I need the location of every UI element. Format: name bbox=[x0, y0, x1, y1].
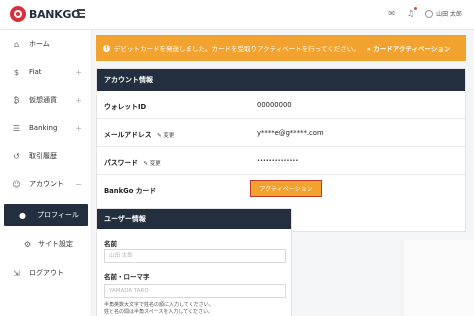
wallet-id-row: ウォレットID 00000000 bbox=[97, 91, 465, 119]
sidebar-item-crypto[interactable]: ₿ 仮想通貨 + bbox=[0, 86, 92, 114]
user-icon bbox=[425, 9, 434, 18]
edit-email-text: 変更 bbox=[163, 133, 175, 139]
home-icon: ⌂ bbox=[13, 39, 20, 49]
sidebar-item-label: Banking bbox=[29, 124, 58, 132]
dollar-icon: $ bbox=[13, 67, 20, 77]
header-actions: ✉ ♫ 山田 太郎 bbox=[387, 7, 462, 18]
main-content: ! デビットカードを発送しました。カードを受取りアクティベートを行ってください。… bbox=[92, 30, 474, 316]
activation-banner: ! デビットカードを発送しました。カードを受取りアクティベートを行ってください。… bbox=[96, 35, 466, 61]
mail-icon[interactable]: ✉ bbox=[387, 9, 396, 18]
user-info-title: ユーザー情報 bbox=[97, 209, 291, 229]
email-value: y****e@g*****.com bbox=[257, 129, 324, 137]
edit-password-text: 変更 bbox=[149, 161, 161, 167]
edit-password-link[interactable]: ✎ 変更 bbox=[143, 161, 160, 167]
expand-icon[interactable]: + bbox=[75, 68, 82, 77]
name-label: 名前 bbox=[104, 240, 117, 248]
edit-email-link[interactable]: ✎ 変更 bbox=[157, 133, 174, 139]
user-info-card: ユーザー情報 名前 名前・ローマ字 半角英数大文字で姓名の順に入力してください。… bbox=[96, 208, 292, 316]
sidebar-item-label: 仮想通貨 bbox=[29, 96, 57, 104]
password-label: パスワード ✎ 変更 bbox=[104, 157, 161, 167]
sidebar-item-label: ホーム bbox=[29, 40, 50, 48]
name-input[interactable] bbox=[104, 249, 286, 263]
wallet-id-label: ウォレットID bbox=[104, 103, 147, 111]
password-value: •••••••••••••• bbox=[257, 158, 299, 164]
info-icon: ! bbox=[103, 44, 110, 52]
sidebar-item-label: 取引履歴 bbox=[29, 152, 57, 160]
roma-name-label: 名前・ローマ字 bbox=[104, 273, 150, 281]
card-activation-link[interactable]: » カードアクティベーション bbox=[367, 43, 451, 53]
email-label: メールアドレス ✎ 変更 bbox=[104, 129, 174, 139]
account-info-title: アカウント情報 bbox=[97, 69, 465, 91]
history-icon: ↺ bbox=[13, 151, 20, 161]
sidebar-item-label: サイト設定 bbox=[38, 240, 73, 248]
sidebar-item-fiat[interactable]: $ Fiat + bbox=[0, 58, 92, 86]
sidebar-item-label: アカウント bbox=[29, 180, 64, 188]
sidebar-item-profile[interactable]: ● プロフィール bbox=[4, 204, 88, 226]
sidebar-item-logout[interactable]: ⇲ ログアウト bbox=[0, 259, 92, 287]
email-row: メールアドレス ✎ 変更 y****e@g*****.com bbox=[97, 119, 465, 147]
roma-name-note-1: 半角英数大文字で姓名の順に入力してください。 bbox=[104, 302, 214, 308]
bell-icon[interactable]: ♫ bbox=[406, 7, 418, 18]
username: 山田 太郎 bbox=[436, 11, 462, 18]
banner-message: デビットカードを発送しました。カードを受取りアクティベートを行ってください。 bbox=[114, 45, 360, 53]
bitcoin-icon: ₿ bbox=[13, 95, 20, 105]
bankgo-card-row: BankGo カード アクティベーション bbox=[97, 175, 465, 203]
roma-name-input[interactable] bbox=[104, 284, 286, 298]
roma-name-note-2: 姓と名の間は半角スペースを入力してください。 bbox=[104, 309, 214, 315]
bank-icon: ☰ bbox=[12, 123, 21, 133]
sidebar-item-site-settings[interactable]: ⚙ サイト設定 bbox=[0, 230, 92, 258]
password-row: パスワード ✎ 変更 •••••••••••••• bbox=[97, 147, 465, 175]
sidebar-item-label: プロフィール bbox=[37, 211, 79, 219]
sidebar: ⌂ ホーム $ Fiat + ₿ 仮想通貨 + ☰ Banking + ↺ 取引… bbox=[0, 30, 92, 316]
logout-icon: ⇲ bbox=[13, 268, 20, 278]
activation-button[interactable]: アクティベーション bbox=[250, 180, 322, 197]
bankgo-logo[interactable]: BANKGO bbox=[10, 6, 81, 22]
account-icon: ☺ bbox=[12, 179, 21, 189]
settings-icon: ⚙ bbox=[23, 239, 32, 249]
sidebar-item-account[interactable]: ☺ アカウント − bbox=[0, 170, 92, 198]
sidebar-item-label: ログアウト bbox=[29, 269, 64, 277]
expand-icon[interactable]: + bbox=[75, 124, 82, 133]
logo-icon bbox=[10, 6, 26, 22]
notification-dot bbox=[414, 7, 418, 10]
user-menu[interactable]: 山田 太郎 bbox=[425, 9, 462, 18]
sidebar-item-banking[interactable]: ☰ Banking + bbox=[0, 114, 92, 142]
logo-text: BANKGO bbox=[29, 7, 81, 21]
sidebar-item-home[interactable]: ⌂ ホーム bbox=[0, 30, 92, 58]
pencil-icon: ✎ bbox=[143, 161, 148, 167]
profile-icon: ● bbox=[19, 210, 26, 220]
background-area bbox=[404, 240, 474, 316]
pencil-icon: ✎ bbox=[156, 133, 162, 139]
collapse-icon[interactable]: − bbox=[75, 180, 82, 189]
expand-icon[interactable]: + bbox=[75, 96, 82, 105]
wallet-id-value: 00000000 bbox=[257, 101, 292, 109]
password-label-text: パスワード bbox=[104, 159, 138, 167]
menu-toggle-icon[interactable] bbox=[77, 9, 85, 18]
top-header: BANKGO ✉ ♫ 山田 太郎 bbox=[0, 0, 474, 30]
sidebar-item-history[interactable]: ↺ 取引履歴 bbox=[0, 142, 92, 170]
email-label-text: メールアドレス bbox=[104, 131, 152, 139]
sidebar-item-label: Fiat bbox=[29, 68, 42, 76]
bankgo-card-label: BankGo カード bbox=[104, 187, 157, 195]
